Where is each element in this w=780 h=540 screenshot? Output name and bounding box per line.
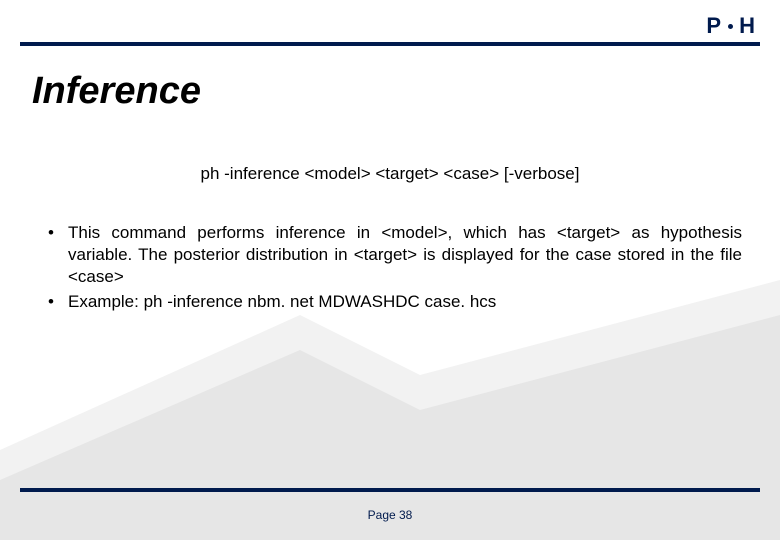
command-syntax: ph -inference <model> <target> <case> [-…: [0, 164, 780, 184]
list-item: This command performs inference in <mode…: [46, 222, 742, 287]
bullet-text: Example: ph -inference nbm. net MDWASHDC…: [68, 292, 496, 311]
logo-dot-icon: [728, 24, 733, 29]
bullet-list: This command performs inference in <mode…: [46, 222, 742, 317]
footer-divider: [20, 488, 760, 492]
page-number: Page 38: [0, 508, 780, 522]
slide: P H Inference ph -inference <model> <tar…: [0, 0, 780, 540]
bullet-text: This command performs inference in <mode…: [68, 223, 742, 286]
list-item: Example: ph -inference nbm. net MDWASHDC…: [46, 291, 742, 313]
background-shape: [0, 280, 780, 540]
brand-logo: P H: [706, 13, 756, 39]
logo-letter-h: H: [739, 13, 756, 39]
slide-title: Inference: [32, 70, 201, 113]
logo-letter-p: P: [706, 13, 722, 39]
header-divider: [20, 42, 760, 46]
